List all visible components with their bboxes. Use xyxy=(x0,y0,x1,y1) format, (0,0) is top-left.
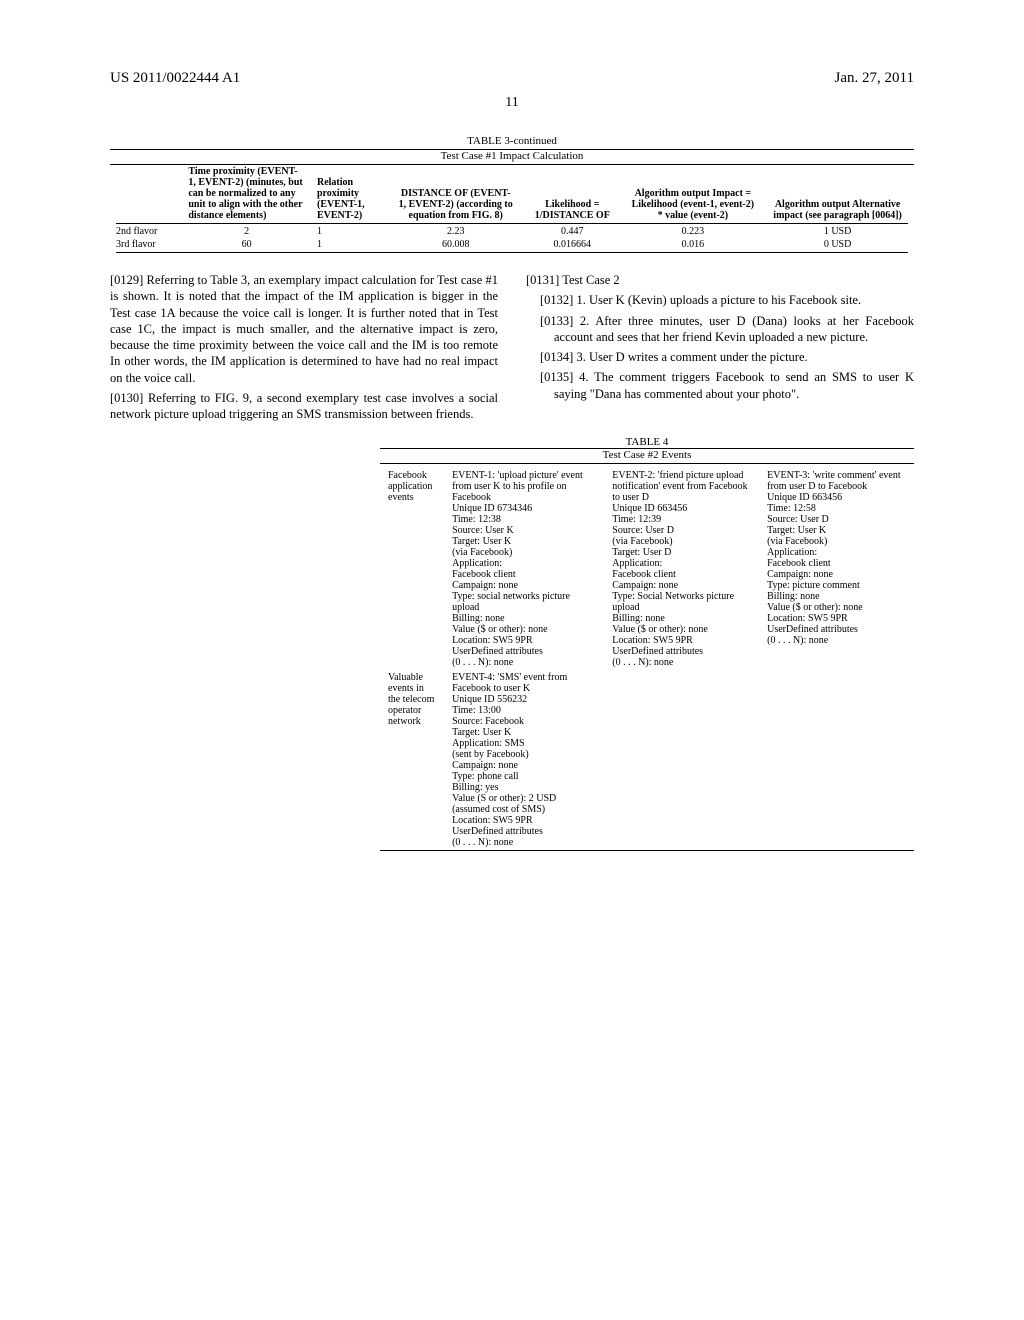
cell: 0 USD xyxy=(761,238,914,251)
cell: 0.223 xyxy=(625,225,762,238)
col-relation-proximity: Relation proximity (EVENT-1, EVENT-2) xyxy=(311,165,391,222)
table-3: TABLE 3-continued Test Case #1 Impact Ca… xyxy=(110,135,914,254)
cell: 60 xyxy=(182,238,311,251)
table-3-caption: Test Case #1 Impact Calculation xyxy=(110,150,914,162)
row-label: Valuable events in the telecom operator … xyxy=(380,670,444,850)
col-blank xyxy=(110,165,182,222)
patent-page: US 2011/0022444 A1 Jan. 27, 2011 11 TABL… xyxy=(0,0,1024,911)
event-2-cell: EVENT-2: 'friend picture upload notifica… xyxy=(604,468,759,670)
row-label: 3rd flavor xyxy=(110,238,182,251)
table-header-row: Time proximity (EVENT-1, EVENT-2) (minut… xyxy=(110,165,914,222)
body-columns: [0129] Referring to Table 3, an exemplar… xyxy=(110,272,914,426)
event-4-cell: EVENT-4: 'SMS' event from Facebook to us… xyxy=(444,670,604,850)
event-3-cell: EVENT-3: 'write comment' event from user… xyxy=(759,468,914,670)
page-header: US 2011/0022444 A1 Jan. 27, 2011 xyxy=(110,70,914,87)
event-1-cell: EVENT-1: 'upload picture' event from use… xyxy=(444,468,604,670)
empty-cell xyxy=(604,670,759,850)
row-label: Facebook application events xyxy=(380,468,444,670)
col-time-proximity: Time proximity (EVENT-1, EVENT-2) (minut… xyxy=(182,165,311,222)
col-alt-impact: Algorithm output Alternative impact (see… xyxy=(761,165,914,222)
paragraph-0129: [0129] Referring to Table 3, an exemplar… xyxy=(110,272,498,386)
paragraph-0133: [0133] 2. After three minutes, user D (D… xyxy=(526,313,914,346)
paragraph-0131: [0131] Test Case 2 xyxy=(526,272,914,288)
right-column: [0131] Test Case 2 [0132] 1. User K (Kev… xyxy=(526,272,914,426)
publication-number: US 2011/0022444 A1 xyxy=(110,70,240,87)
table-3-title: TABLE 3-continued xyxy=(110,135,914,147)
col-distance: DISTANCE OF (EVENT-1, EVENT-2) (accordin… xyxy=(391,165,520,222)
table-row: Valuable events in the telecom operator … xyxy=(380,670,914,850)
table-4-title: TABLE 4 xyxy=(380,436,914,448)
table-row: 2nd flavor 2 1 2.23 0.447 0.223 1 USD xyxy=(110,225,914,238)
cell: 2 xyxy=(182,225,311,238)
paragraph-0132: [0132] 1. User K (Kevin) uploads a pictu… xyxy=(526,292,914,308)
row-label: 2nd flavor xyxy=(110,225,182,238)
paragraph-0134: [0134] 3. User D writes a comment under … xyxy=(526,349,914,365)
col-likelihood: Likelihood = 1/DISTANCE OF xyxy=(520,165,625,222)
table-4-caption: Test Case #2 Events xyxy=(380,449,914,461)
cell: 1 xyxy=(311,238,391,251)
table-3-grid: Time proximity (EVENT-1, EVENT-2) (minut… xyxy=(110,165,914,254)
left-column: [0129] Referring to Table 3, an exemplar… xyxy=(110,272,498,426)
cell: 0.016664 xyxy=(520,238,625,251)
cell: 0.447 xyxy=(520,225,625,238)
publication-date: Jan. 27, 2011 xyxy=(835,70,914,87)
table-4-grid: Facebook application events EVENT-1: 'up… xyxy=(380,468,914,850)
table-row: 3rd flavor 60 1 60.008 0.016664 0.016 0 … xyxy=(110,238,914,251)
paragraph-0135: [0135] 4. The comment triggers Facebook … xyxy=(526,369,914,402)
col-impact: Algorithm output Impact = Likelihood (ev… xyxy=(625,165,762,222)
paragraph-0130: [0130] Referring to FIG. 9, a second exe… xyxy=(110,390,498,423)
table-4-wrapper: TABLE 4 Test Case #2 Events Facebook app… xyxy=(380,436,914,851)
cell: 2.23 xyxy=(391,225,520,238)
cell: 60.008 xyxy=(391,238,520,251)
cell: 0.016 xyxy=(625,238,762,251)
page-number: 11 xyxy=(110,95,914,111)
cell: 1 xyxy=(311,225,391,238)
table-row: Facebook application events EVENT-1: 'up… xyxy=(380,468,914,670)
cell: 1 USD xyxy=(761,225,914,238)
empty-cell xyxy=(759,670,914,850)
